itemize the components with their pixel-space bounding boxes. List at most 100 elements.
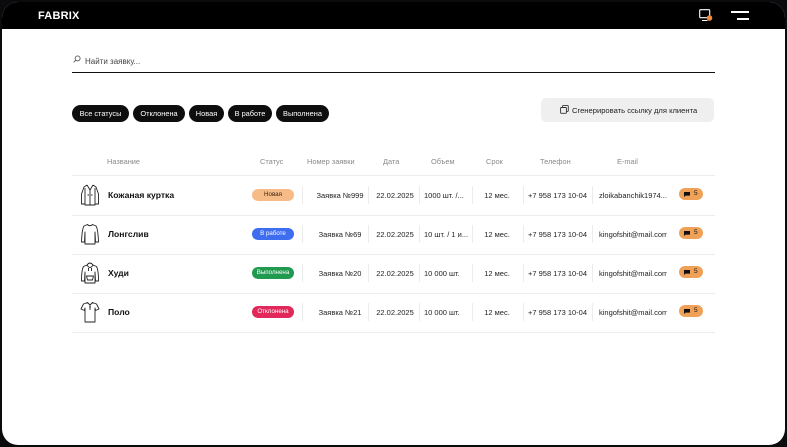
search-icon bbox=[73, 55, 81, 63]
comments-button[interactable]: 5 bbox=[679, 188, 703, 200]
comments-count: 5 bbox=[694, 190, 698, 197]
filter-rejected[interactable]: Отклонена bbox=[133, 105, 185, 122]
request-term: 12 мес. bbox=[484, 191, 510, 200]
client-phone: +7 958 173 10-04 bbox=[528, 191, 588, 200]
column-header-volume: Объем bbox=[431, 157, 455, 166]
request-number: Заявка №999 bbox=[316, 191, 364, 200]
column-header-email: E-mail bbox=[617, 157, 638, 166]
column-separator bbox=[523, 303, 524, 321]
request-date: 22.02.2025 bbox=[376, 230, 414, 239]
table-row[interactable]: Кожаная куртка Новая Заявка №999 22.02.2… bbox=[72, 176, 715, 214]
client-phone: +7 958 173 10-04 bbox=[528, 269, 588, 278]
table-row[interactable]: Поло Отклонена Заявка №21 22.02.2025 10 … bbox=[72, 293, 715, 331]
comments-count: 5 bbox=[694, 268, 698, 275]
column-separator bbox=[523, 264, 524, 282]
column-separator bbox=[368, 303, 369, 321]
request-number: Заявка №21 bbox=[318, 308, 362, 317]
comments-button[interactable]: 5 bbox=[679, 227, 703, 239]
column-header-phone: Телефон bbox=[540, 157, 571, 166]
table-row[interactable]: Лонгслив В работе Заявка №69 22.02.2025 … bbox=[72, 215, 715, 253]
comments-button[interactable]: 5 bbox=[679, 305, 703, 317]
request-volume: 1000 шт. /... bbox=[424, 191, 464, 200]
client-email: kingofshit@mail.com bbox=[599, 308, 667, 317]
column-separator bbox=[592, 303, 593, 321]
client-phone: +7 958 173 10-04 bbox=[528, 230, 588, 239]
status-badge-in-progress: В работе bbox=[252, 228, 294, 240]
search-bar bbox=[72, 51, 715, 73]
request-volume: 10 000 шт. bbox=[424, 308, 460, 317]
notification-icon[interactable] bbox=[699, 9, 713, 22]
column-separator bbox=[302, 303, 303, 321]
comments-button[interactable]: 5 bbox=[679, 266, 703, 278]
column-separator bbox=[592, 186, 593, 204]
product-name: Кожаная куртка bbox=[108, 190, 175, 200]
product-name: Худи bbox=[108, 268, 129, 278]
status-badge-completed: Выполнена bbox=[252, 267, 294, 279]
generate-button-label: Сгенерировать ссылку для клиента bbox=[572, 106, 698, 115]
generate-client-link-button[interactable]: Сгенерировать ссылку для клиента bbox=[541, 98, 714, 122]
column-separator bbox=[523, 186, 524, 204]
copy-link-icon bbox=[560, 105, 569, 114]
comment-icon bbox=[684, 269, 690, 275]
request-volume: 10 шт. / 1 и... bbox=[424, 230, 469, 239]
column-header-status: Статус bbox=[260, 157, 284, 166]
status-badge-rejected: Отклонена bbox=[252, 306, 294, 318]
column-separator bbox=[472, 186, 473, 204]
polo-icon bbox=[80, 302, 100, 323]
jacket-icon bbox=[81, 184, 99, 206]
column-separator bbox=[472, 303, 473, 321]
request-term: 12 мес. bbox=[484, 308, 510, 317]
client-email: kingofshit@mail.com bbox=[599, 269, 667, 278]
hoodie-icon bbox=[81, 262, 99, 284]
request-date: 22.02.2025 bbox=[376, 269, 414, 278]
app-window: FABRIX Все статусы Отклонена Новая В раб… bbox=[2, 2, 785, 445]
table-divider bbox=[72, 332, 715, 333]
request-number: Заявка №69 bbox=[318, 230, 362, 239]
request-term: 12 мес. bbox=[484, 230, 510, 239]
comment-icon bbox=[684, 230, 690, 236]
column-header-number: Номер заявки bbox=[307, 157, 355, 166]
logo: FABRIX bbox=[38, 10, 80, 22]
request-date: 22.02.2025 bbox=[376, 308, 414, 317]
comments-count: 5 bbox=[694, 229, 698, 236]
table-row[interactable]: Худи Выполнена Заявка №20 22.02.2025 10 … bbox=[72, 254, 715, 292]
request-date: 22.02.2025 bbox=[376, 191, 414, 200]
column-header-name: Название bbox=[107, 157, 141, 166]
column-separator bbox=[523, 225, 524, 243]
column-separator bbox=[368, 225, 369, 243]
column-separator bbox=[419, 186, 420, 204]
column-separator bbox=[302, 186, 303, 204]
client-email: zloikabanchik1974... bbox=[599, 191, 667, 200]
filter-all-statuses[interactable]: Все статусы bbox=[72, 105, 129, 122]
product-name: Лонгслив bbox=[108, 229, 149, 239]
comment-icon bbox=[684, 191, 690, 197]
menu-icon[interactable] bbox=[731, 11, 749, 20]
request-term: 12 мес. bbox=[484, 269, 510, 278]
column-separator bbox=[302, 264, 303, 282]
column-separator bbox=[419, 303, 420, 321]
column-separator bbox=[419, 225, 420, 243]
request-volume: 10 000 шт. bbox=[424, 269, 460, 278]
search-input[interactable] bbox=[85, 54, 685, 68]
column-separator bbox=[302, 225, 303, 243]
client-email: kingofshit@mail.com bbox=[599, 230, 667, 239]
column-header-date: Дата bbox=[383, 157, 400, 166]
column-separator bbox=[592, 225, 593, 243]
filter-completed[interactable]: Выполнена bbox=[276, 105, 329, 122]
product-name: Поло bbox=[108, 307, 130, 317]
column-separator bbox=[472, 225, 473, 243]
column-header-term: Срок bbox=[486, 157, 503, 166]
column-separator bbox=[472, 264, 473, 282]
comments-count: 5 bbox=[694, 307, 698, 314]
filter-in-progress[interactable]: В работе bbox=[228, 105, 272, 122]
client-phone: +7 958 173 10-04 bbox=[528, 308, 588, 317]
top-bar: FABRIX bbox=[2, 2, 785, 29]
column-separator bbox=[368, 264, 369, 282]
comment-icon bbox=[684, 308, 690, 314]
status-badge-new: Новая bbox=[252, 189, 294, 201]
column-separator bbox=[592, 264, 593, 282]
column-separator bbox=[419, 264, 420, 282]
column-separator bbox=[368, 186, 369, 204]
longsleeve-icon bbox=[81, 224, 99, 245]
filter-new[interactable]: Новая bbox=[189, 105, 224, 122]
